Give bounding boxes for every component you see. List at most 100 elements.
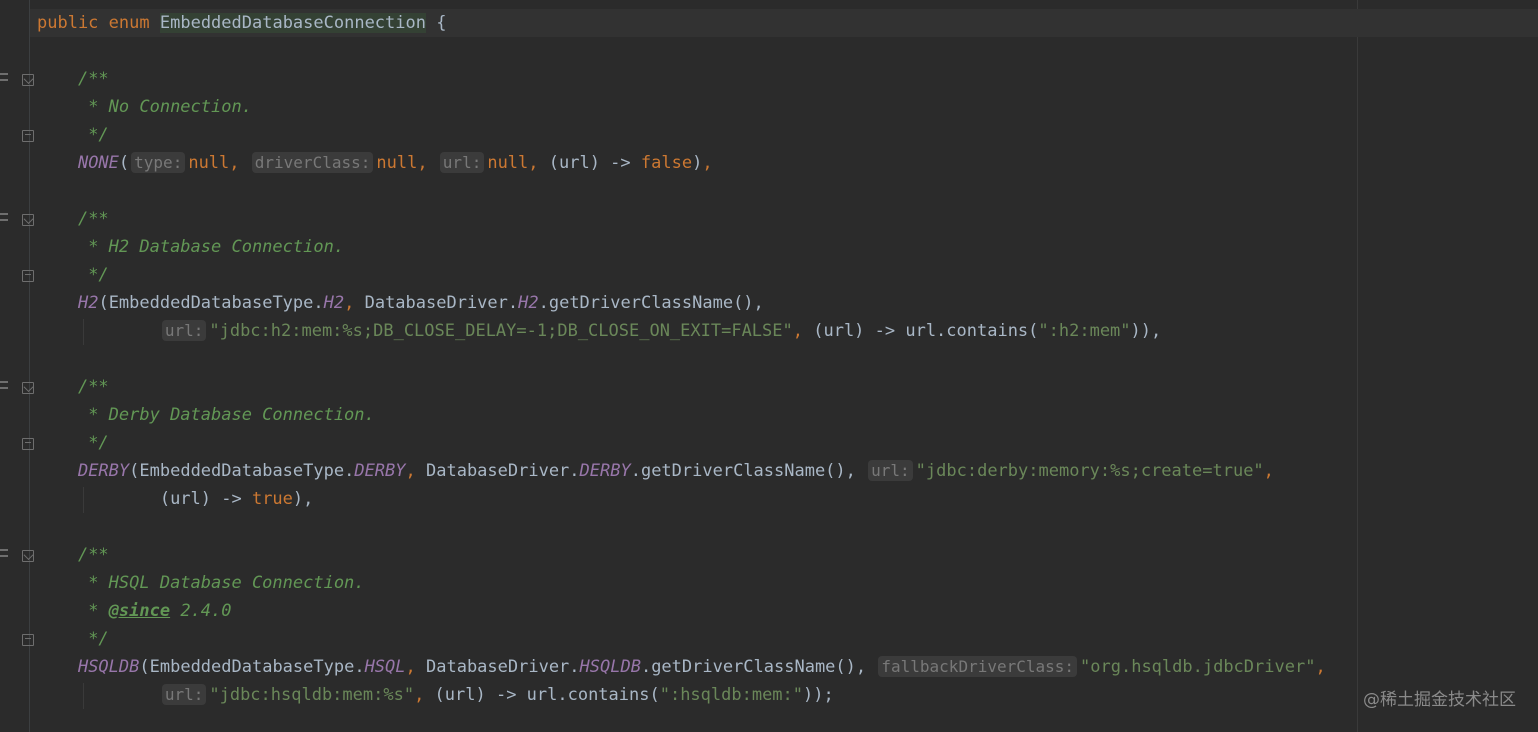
- enum-constant: HSQLDB: [579, 657, 641, 677]
- enum-constant: HSQLDB: [77, 657, 140, 677]
- closing-parens: ),: [292, 489, 314, 509]
- keyword: false: [640, 153, 693, 173]
- fold-close-icon[interactable]: [22, 270, 34, 282]
- bookmark-icon[interactable]: [0, 213, 8, 221]
- code-line-doc[interactable]: * HSQL Database Connection.: [37, 569, 365, 597]
- enum-constant: DERBY: [579, 461, 631, 481]
- keyword: true: [251, 489, 293, 509]
- code-line-doc[interactable]: */: [37, 625, 109, 653]
- code-line-derby-cont[interactable]: (url) -> true),: [37, 485, 314, 513]
- doc-comment: */: [77, 265, 109, 285]
- fold-close-icon[interactable]: [22, 438, 34, 450]
- class-name: EmbeddedDatabaseConnection: [159, 13, 426, 33]
- string-literal: "org.hsqldb.jdbcDriver": [1080, 657, 1316, 677]
- code-line-doc[interactable]: */: [37, 121, 109, 149]
- string-literal: "jdbc:derby:memory:%s;create=true": [915, 461, 1264, 481]
- doc-comment: */: [77, 433, 109, 453]
- code-line-doc[interactable]: /**: [37, 65, 109, 93]
- param-hint: fallbackDriverClass:: [878, 656, 1078, 677]
- lambda: (url) ->: [548, 153, 641, 173]
- doc-comment: *: [77, 601, 109, 621]
- enum-constant: DERBY: [77, 461, 130, 481]
- method-call: .getDriverClassName(),: [630, 461, 856, 481]
- fold-close-icon[interactable]: [22, 130, 34, 142]
- keyword: null: [376, 153, 418, 173]
- lambda: (url) -> url.contains(: [813, 321, 1039, 341]
- lambda: (url) -> url.contains(: [434, 685, 660, 705]
- keyword: null: [487, 153, 529, 173]
- bookmark-icon[interactable]: [0, 73, 8, 81]
- editor-gutter: [0, 0, 36, 732]
- right-margin-guide: [1357, 0, 1358, 732]
- class-ref: DatabaseDriver.: [426, 657, 580, 677]
- doc-comment: /**: [77, 69, 109, 89]
- code-line-derby[interactable]: DERBY(EmbeddedDatabaseType.DERBY, Databa…: [37, 457, 1274, 485]
- closing-parens: )),: [1130, 321, 1162, 341]
- code-line-none[interactable]: NONE(type: null, driverClass: null, url: nu…: [37, 149, 713, 177]
- bookmark-icon[interactable]: [0, 549, 8, 557]
- param-hint: url:: [868, 460, 913, 481]
- param-hint: url:: [439, 152, 485, 173]
- class-ref: EmbeddedDatabaseType.: [149, 657, 365, 677]
- code-line-doc[interactable]: * Derby Database Connection.: [37, 401, 375, 429]
- enum-constant: H2: [323, 293, 345, 313]
- code-line-h2[interactable]: H2(EmbeddedDatabaseType.H2, DatabaseDriv…: [37, 289, 764, 317]
- string-literal: "jdbc:h2:mem:%s;DB_CLOSE_DELAY=-1;DB_CLO…: [209, 321, 793, 341]
- doc-comment: */: [77, 125, 109, 145]
- fold-open-icon[interactable]: [22, 550, 34, 562]
- doc-comment: * Derby Database Connection.: [77, 405, 375, 425]
- code-line-doc[interactable]: */: [37, 429, 109, 457]
- string-literal: ":h2:mem": [1038, 321, 1131, 341]
- doc-tag-since: @since: [108, 601, 171, 621]
- string-literal: "jdbc:hsqldb:mem:%s": [209, 685, 415, 705]
- class-ref: EmbeddedDatabaseType.: [139, 461, 355, 481]
- code-line-doc[interactable]: /**: [37, 541, 109, 569]
- doc-comment: 2.4.0: [170, 601, 232, 621]
- fold-open-icon[interactable]: [22, 74, 34, 86]
- method-call: .getDriverClassName(),: [640, 657, 867, 677]
- doc-comment: /**: [77, 545, 109, 565]
- class-ref: DatabaseDriver.: [426, 461, 580, 481]
- enum-constant: H2: [518, 293, 539, 313]
- param-hint: driverClass:: [251, 152, 374, 173]
- enum-constant: NONE: [77, 153, 119, 173]
- doc-comment: /**: [77, 209, 109, 229]
- code-line-doc[interactable]: /**: [37, 373, 109, 401]
- code-line-hsqldb-cont[interactable]: url: "jdbc:hsqldb:mem:%s", (url) -> url.c…: [37, 681, 834, 709]
- code-line-doc[interactable]: */: [37, 261, 109, 289]
- param-hint: type:: [131, 152, 186, 173]
- class-ref: DatabaseDriver.: [364, 293, 519, 313]
- keyword: null: [188, 153, 230, 173]
- fold-close-icon[interactable]: [22, 634, 34, 646]
- code-line-doc[interactable]: /**: [37, 205, 109, 233]
- code-line-doc[interactable]: * @since 2.4.0: [37, 597, 232, 625]
- closing-parens: ));: [803, 685, 834, 705]
- doc-comment: * H2 Database Connection.: [77, 237, 345, 257]
- enum-constant: H2: [77, 293, 99, 313]
- bookmark-icon[interactable]: [0, 381, 8, 389]
- param-hint: url:: [161, 684, 207, 705]
- code-line-h2-cont[interactable]: url: "jdbc:h2:mem:%s;DB_CLOSE_DELAY=-1;DB…: [37, 317, 1161, 345]
- doc-comment: */: [77, 629, 109, 649]
- doc-comment: /**: [77, 377, 109, 397]
- keyword: public: [37, 13, 99, 33]
- method-call: .getDriverClassName(),: [538, 293, 764, 313]
- code-line-hsqldb[interactable]: HSQLDB(EmbeddedDatabaseType.HSQL, Databa…: [37, 653, 1326, 681]
- gutter-separator: [29, 0, 30, 732]
- doc-comment: * HSQL Database Connection.: [77, 573, 365, 593]
- watermark: @稀土掘金技术社区: [1363, 690, 1516, 710]
- fold-open-icon[interactable]: [22, 382, 34, 394]
- param-hint: url:: [161, 320, 207, 341]
- doc-comment: * No Connection.: [77, 97, 252, 117]
- code-line-doc[interactable]: * No Connection.: [37, 93, 252, 121]
- lambda: (url) ->: [159, 489, 252, 509]
- class-ref: EmbeddedDatabaseType.: [108, 293, 324, 313]
- string-literal: ":hsqldb:mem:": [659, 685, 804, 705]
- code-line-enum-decl[interactable]: public enum EmbeddedDatabaseConnection {: [37, 9, 446, 37]
- enum-constant: HSQL: [364, 657, 406, 677]
- open-brace: {: [436, 13, 447, 33]
- fold-open-icon[interactable]: [22, 214, 34, 226]
- keyword: enum: [108, 13, 150, 33]
- enum-constant: DERBY: [354, 461, 406, 481]
- code-line-doc[interactable]: * H2 Database Connection.: [37, 233, 344, 261]
